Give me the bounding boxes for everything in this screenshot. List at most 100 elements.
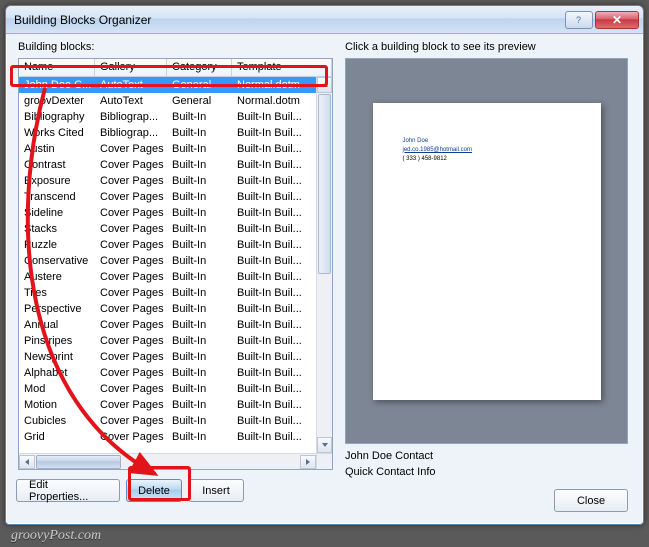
table-row[interactable]: groovDexterAutoTextGeneralNormal.dotm bbox=[19, 93, 316, 109]
cell-name: Works Cited bbox=[19, 125, 95, 141]
table-row[interactable]: CubiclesCover PagesBuilt-InBuilt-In Buil… bbox=[19, 413, 316, 429]
cell-gallery: Cover Pages bbox=[95, 333, 167, 349]
cell-name: Cubicles bbox=[19, 413, 95, 429]
help-button[interactable]: ? bbox=[565, 11, 593, 29]
table-row[interactable]: MotionCover PagesBuilt-InBuilt-In Buil..… bbox=[19, 397, 316, 413]
cell-gallery: AutoText bbox=[95, 77, 167, 93]
titlebar[interactable]: Building Blocks Organizer ? ✕ bbox=[6, 6, 643, 34]
action-buttons: Edit Properties... Delete Insert bbox=[16, 479, 244, 502]
hscroll-thumb[interactable] bbox=[36, 455, 121, 469]
cell-category: Built-In bbox=[167, 109, 232, 125]
cell-gallery: Bibliograp... bbox=[95, 109, 167, 125]
window-title: Building Blocks Organizer bbox=[14, 13, 563, 27]
scroll-corner bbox=[316, 453, 332, 469]
close-button[interactable]: Close bbox=[554, 489, 628, 512]
column-headers: Name Gallery Category Template bbox=[19, 59, 332, 77]
scroll-down-button[interactable] bbox=[317, 437, 332, 453]
table-row[interactable]: ConservativeCover PagesBuilt-InBuilt-In … bbox=[19, 253, 316, 269]
table-row[interactable]: ExposureCover PagesBuilt-InBuilt-In Buil… bbox=[19, 173, 316, 189]
rows-viewport: John Doe C...AutoTextGeneralNormal.dotmg… bbox=[19, 77, 316, 453]
cell-category: Built-In bbox=[167, 237, 232, 253]
table-row[interactable]: AustinCover PagesBuilt-InBuilt-In Buil..… bbox=[19, 141, 316, 157]
cell-name: Grid bbox=[19, 429, 95, 445]
cell-template: Built-In Buil... bbox=[232, 317, 316, 333]
scroll-thumb[interactable] bbox=[318, 94, 331, 274]
cell-gallery: Cover Pages bbox=[95, 397, 167, 413]
cell-name: Stacks bbox=[19, 221, 95, 237]
table-row[interactable]: PuzzleCover PagesBuilt-InBuilt-In Buil..… bbox=[19, 237, 316, 253]
cell-name: Transcend bbox=[19, 189, 95, 205]
cell-template: Built-In Buil... bbox=[232, 125, 316, 141]
cell-name: Contrast bbox=[19, 157, 95, 173]
cell-category: Built-In bbox=[167, 349, 232, 365]
cell-category: Built-In bbox=[167, 157, 232, 173]
cell-template: Normal.dotm bbox=[232, 77, 316, 93]
cell-name: Austere bbox=[19, 269, 95, 285]
horizontal-scrollbar[interactable] bbox=[19, 453, 316, 469]
table-row[interactable]: StacksCover PagesBuilt-InBuilt-In Buil..… bbox=[19, 221, 316, 237]
dialog-window: Building Blocks Organizer ? ✕ Building b… bbox=[5, 5, 644, 525]
cell-template: Built-In Buil... bbox=[232, 189, 316, 205]
cell-template: Built-In Buil... bbox=[232, 253, 316, 269]
cell-template: Built-In Buil... bbox=[232, 237, 316, 253]
cell-template: Built-In Buil... bbox=[232, 333, 316, 349]
delete-button[interactable]: Delete bbox=[126, 479, 182, 502]
preview-page-phone: ( 333 ) 458-9812 bbox=[403, 155, 571, 164]
vertical-scrollbar[interactable] bbox=[316, 77, 332, 453]
cell-template: Built-In Buil... bbox=[232, 349, 316, 365]
preview-page: John Doe jed.co.1985@hotmail.com ( 333 )… bbox=[373, 103, 601, 400]
cell-template: Built-In Buil... bbox=[232, 221, 316, 237]
scroll-left-button[interactable] bbox=[19, 455, 35, 469]
scroll-right-button[interactable] bbox=[300, 455, 316, 469]
cell-gallery: Bibliograp... bbox=[95, 125, 167, 141]
col-template[interactable]: Template bbox=[232, 59, 332, 76]
cell-category: Built-In bbox=[167, 429, 232, 445]
table-row[interactable]: ModCover PagesBuilt-InBuilt-In Buil... bbox=[19, 381, 316, 397]
cell-gallery: Cover Pages bbox=[95, 221, 167, 237]
close-window-button[interactable]: ✕ bbox=[595, 11, 639, 29]
cell-category: Built-In bbox=[167, 269, 232, 285]
col-category[interactable]: Category bbox=[167, 59, 232, 76]
cell-gallery: Cover Pages bbox=[95, 317, 167, 333]
table-row[interactable]: John Doe C...AutoTextGeneralNormal.dotm bbox=[19, 77, 316, 93]
table-row[interactable]: AlphabetCover PagesBuilt-InBuilt-In Buil… bbox=[19, 365, 316, 381]
cell-category: Built-In bbox=[167, 381, 232, 397]
edit-properties-button[interactable]: Edit Properties... bbox=[16, 479, 120, 502]
preview-pane: John Doe jed.co.1985@hotmail.com ( 333 )… bbox=[345, 58, 628, 444]
col-gallery[interactable]: Gallery bbox=[95, 59, 167, 76]
cell-category: Built-In bbox=[167, 365, 232, 381]
cell-gallery: Cover Pages bbox=[95, 429, 167, 445]
cell-category: General bbox=[167, 77, 232, 93]
cell-gallery: Cover Pages bbox=[95, 173, 167, 189]
cell-template: Built-In Buil... bbox=[232, 301, 316, 317]
cell-category: Built-In bbox=[167, 253, 232, 269]
insert-button[interactable]: Insert bbox=[188, 479, 244, 502]
table-row[interactable]: ContrastCover PagesBuilt-InBuilt-In Buil… bbox=[19, 157, 316, 173]
cell-name: Mod bbox=[19, 381, 95, 397]
scroll-up-button[interactable] bbox=[317, 77, 332, 93]
table-row[interactable]: GridCover PagesBuilt-InBuilt-In Buil... bbox=[19, 429, 316, 445]
table-row[interactable]: TilesCover PagesBuilt-InBuilt-In Buil... bbox=[19, 285, 316, 301]
building-blocks-label: Building blocks: bbox=[18, 41, 94, 53]
cell-template: Built-In Buil... bbox=[232, 429, 316, 445]
cell-name: Newsprint bbox=[19, 349, 95, 365]
cell-gallery: Cover Pages bbox=[95, 157, 167, 173]
cell-category: Built-In bbox=[167, 285, 232, 301]
watermark: groovyPost.com bbox=[11, 528, 101, 544]
cell-gallery: Cover Pages bbox=[95, 285, 167, 301]
table-row[interactable]: BibliographyBibliograp...Built-InBuilt-I… bbox=[19, 109, 316, 125]
table-row[interactable]: AustereCover PagesBuilt-InBuilt-In Buil.… bbox=[19, 269, 316, 285]
table-row[interactable]: NewsprintCover PagesBuilt-InBuilt-In Bui… bbox=[19, 349, 316, 365]
col-name[interactable]: Name bbox=[19, 59, 95, 76]
cell-gallery: Cover Pages bbox=[95, 349, 167, 365]
table-row[interactable]: SidelineCover PagesBuilt-InBuilt-In Buil… bbox=[19, 205, 316, 221]
cell-category: Built-In bbox=[167, 397, 232, 413]
cell-name: Tiles bbox=[19, 285, 95, 301]
table-row[interactable]: PerspectiveCover PagesBuilt-InBuilt-In B… bbox=[19, 301, 316, 317]
cell-category: General bbox=[167, 93, 232, 109]
table-row[interactable]: Works CitedBibliograp...Built-InBuilt-In… bbox=[19, 125, 316, 141]
table-row[interactable]: PinstripesCover PagesBuilt-InBuilt-In Bu… bbox=[19, 333, 316, 349]
cell-name: Motion bbox=[19, 397, 95, 413]
table-row[interactable]: AnnualCover PagesBuilt-InBuilt-In Buil..… bbox=[19, 317, 316, 333]
table-row[interactable]: TranscendCover PagesBuilt-InBuilt-In Bui… bbox=[19, 189, 316, 205]
